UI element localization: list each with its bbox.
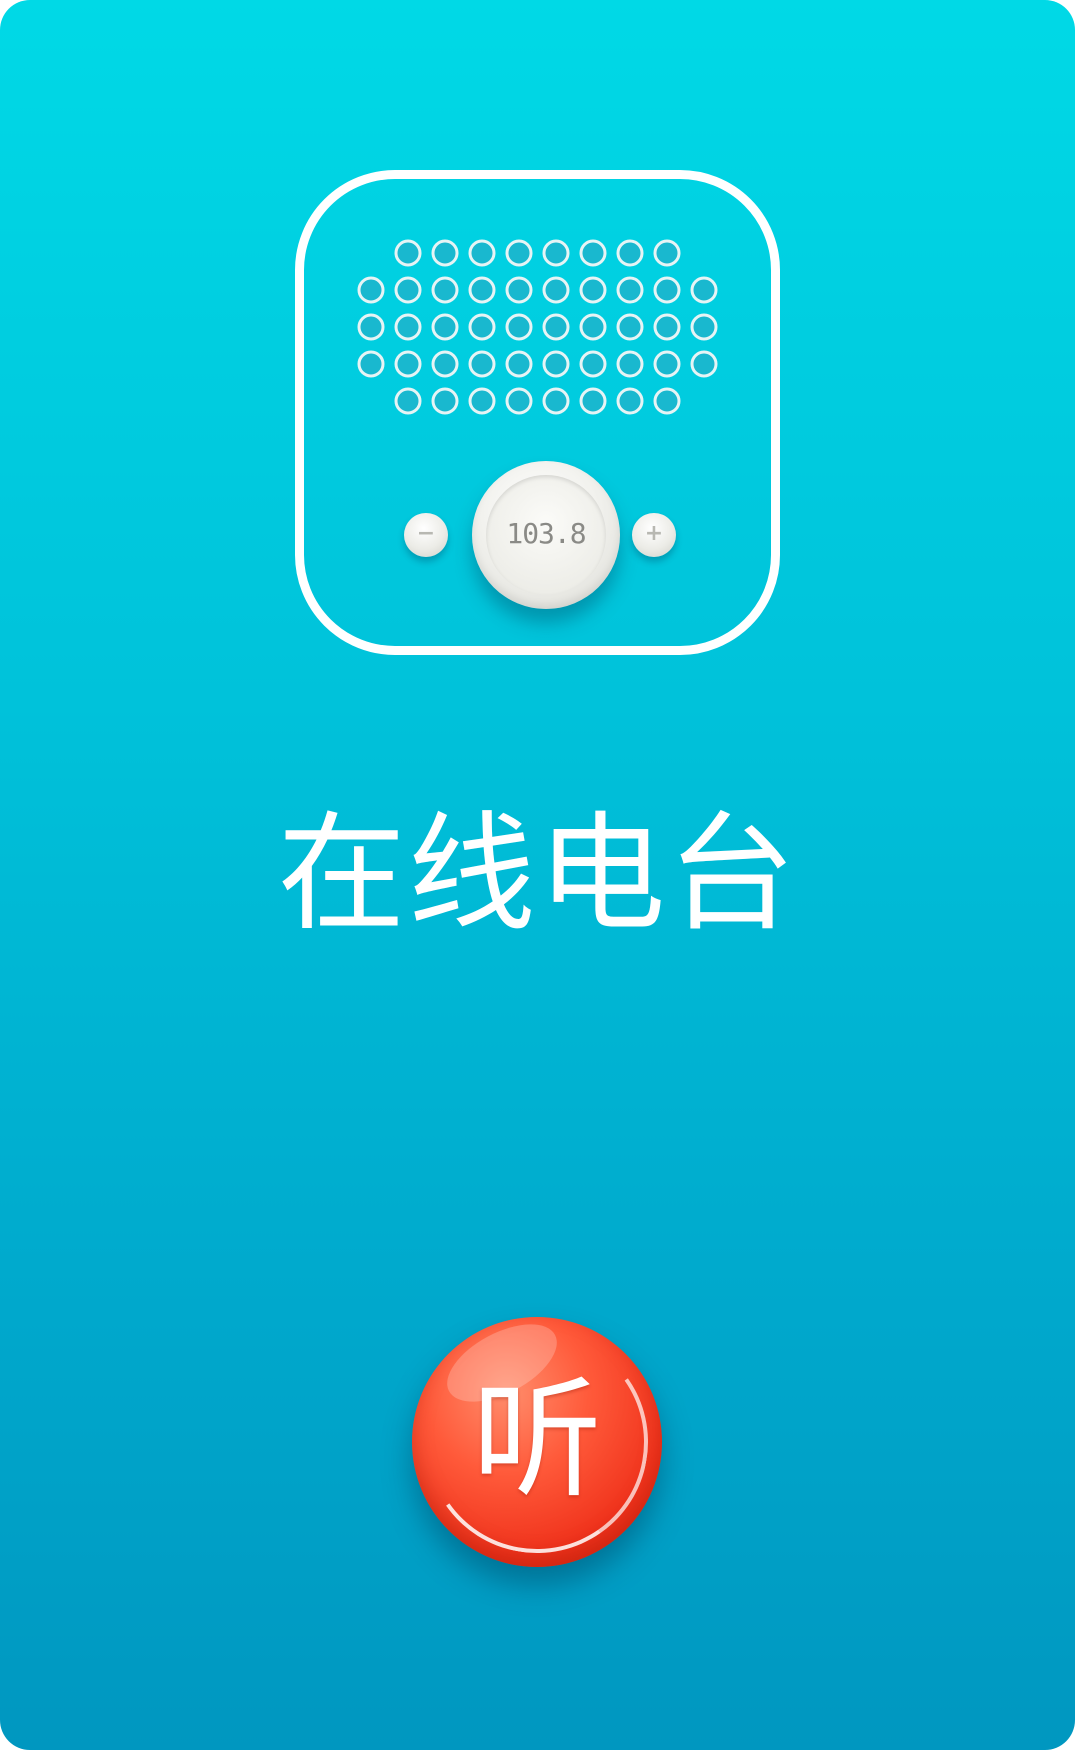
frequency-down-button[interactable]: − (404, 513, 448, 557)
speaker-hole (394, 276, 422, 304)
speaker-hole (394, 239, 422, 267)
speaker-hole (690, 276, 718, 304)
speaker-hole (468, 387, 496, 415)
app-title: 在线电台 (277, 800, 798, 949)
speaker-hole (357, 313, 385, 341)
speaker-hole (357, 276, 385, 304)
speaker-hole (431, 387, 459, 415)
speaker-hole (579, 276, 607, 304)
minus-label: − (416, 521, 436, 546)
speaker-hole (616, 350, 644, 378)
plus-label: + (644, 521, 664, 546)
speaker-hole (394, 313, 422, 341)
speaker-hole (431, 239, 459, 267)
speaker-hole (505, 313, 533, 341)
speaker-hole (505, 350, 533, 378)
speaker-hole (542, 387, 570, 415)
speaker-hole (542, 239, 570, 267)
speaker-hole (579, 387, 607, 415)
speaker-hole (579, 239, 607, 267)
speaker-hole (653, 276, 681, 304)
speaker-hole (357, 350, 385, 378)
speaker-hole (505, 276, 533, 304)
dial-face: 103.8 (486, 475, 606, 595)
speaker-hole (542, 313, 570, 341)
speaker-hole (616, 313, 644, 341)
frequency-display: 103.8 (506, 517, 586, 550)
speaker-hole (505, 387, 533, 415)
radio-icon: − 103.8 + (295, 170, 780, 655)
speaker-hole (653, 239, 681, 267)
speaker-hole (468, 313, 496, 341)
speaker-hole (653, 350, 681, 378)
speaker-hole (468, 276, 496, 304)
listen-button[interactable]: 听 (408, 1308, 666, 1571)
speaker-hole (616, 276, 644, 304)
listen-label: 听 (471, 1364, 602, 1516)
splash-screen: − 103.8 + 在线电台 听 (0, 0, 1075, 1750)
speaker-hole (542, 276, 570, 304)
speaker-hole (394, 387, 422, 415)
speaker-hole (431, 313, 459, 341)
speaker-hole (579, 313, 607, 341)
speaker-hole (579, 350, 607, 378)
speaker-hole (616, 387, 644, 415)
speaker-hole (394, 350, 422, 378)
speaker-hole (431, 276, 459, 304)
speaker-hole (690, 350, 718, 378)
speaker-hole (431, 350, 459, 378)
speaker-hole (468, 350, 496, 378)
tuning-dial[interactable]: 103.8 (472, 461, 620, 609)
speaker-hole (653, 387, 681, 415)
speaker-hole (653, 313, 681, 341)
speaker-hole (690, 313, 718, 341)
speaker-hole (468, 239, 496, 267)
speaker-hole (505, 239, 533, 267)
speaker-hole (542, 350, 570, 378)
speaker-hole (616, 239, 644, 267)
frequency-up-button[interactable]: + (632, 513, 676, 557)
